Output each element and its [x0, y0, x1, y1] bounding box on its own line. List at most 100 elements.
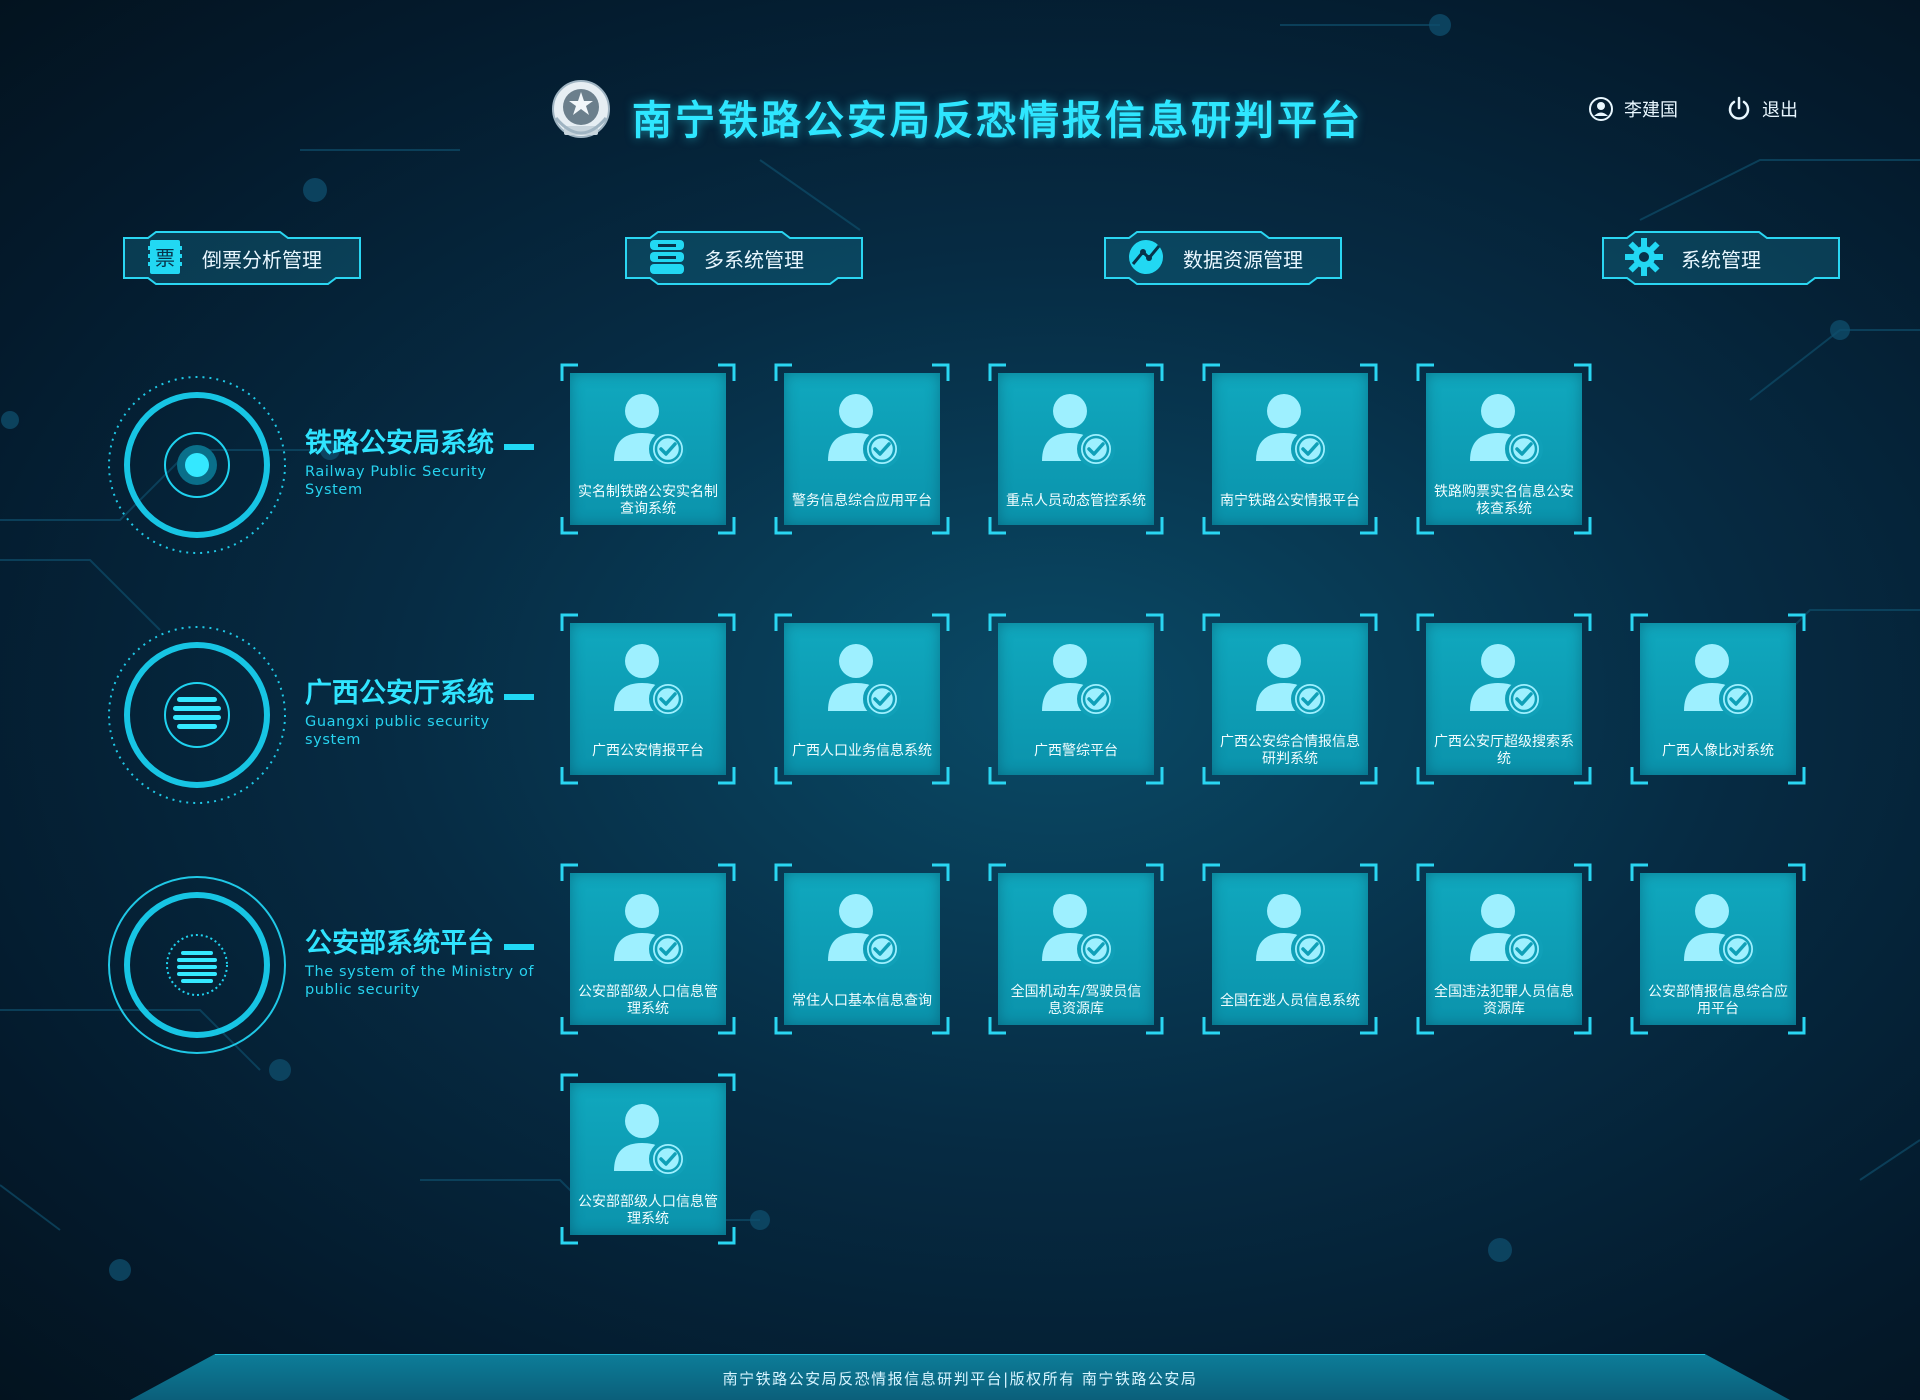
app-title: 南宁铁路公安局反恐情报信息研判平台: [632, 98, 1363, 144]
nav-label: 倒票分析管理: [202, 248, 322, 272]
nav-ticket-analysis[interactable]: 票 倒票分析管理: [122, 230, 362, 286]
user-check-icon: [1256, 394, 1329, 468]
system-tile[interactable]: 常住人口基本信息查询: [774, 863, 950, 1035]
user-area: 李建国 退出: [1588, 96, 1798, 122]
gear-icon: [1625, 238, 1663, 276]
tile-label: 常住人口基本信息查询: [792, 992, 932, 1009]
user-profile[interactable]: 李建国: [1588, 96, 1678, 122]
user-check-icon: [1042, 394, 1115, 468]
user-check-icon: [828, 394, 901, 468]
nav-data-resource[interactable]: 数据资源管理: [1103, 230, 1343, 286]
data-resource-icon: [1129, 240, 1163, 274]
tile-label: 广西公安厅超级搜索系统: [1434, 734, 1574, 767]
footer: 南宁铁路公安局反恐情报信息研判平台|版权所有 南宁铁路公安局: [0, 1354, 1920, 1400]
logout-button[interactable]: 退出: [1726, 96, 1798, 122]
group-title: 铁路公安局系统: [305, 421, 534, 460]
tile-label: 全国违法犯罪人员信息资源库: [1434, 984, 1574, 1017]
tile-face: 铁路购票实名信息公安核查系统: [1426, 373, 1582, 525]
logout-label: 退出: [1762, 100, 1798, 121]
tile-label: 全国机动车/驾驶员信息资源库: [1010, 984, 1142, 1017]
group-subtitle: Railway Public Security System: [305, 464, 487, 498]
group-title: 广西公安厅系统: [305, 671, 534, 710]
group-title: 公安部系统平台: [305, 921, 534, 960]
group-ministry: 公安部系统平台 The system of the Ministry of pu…: [105, 873, 545, 1063]
tile-label: 公安部部级人口信息管理系统: [578, 1194, 718, 1227]
tile-face: 公安部部级人口信息管理系统: [570, 873, 726, 1025]
system-tile[interactable]: 广西人口业务信息系统: [774, 613, 950, 785]
user-check-icon: [614, 894, 687, 968]
tile-label: 实名制铁路公安实名制查询系统: [578, 484, 718, 517]
tile-face: 常住人口基本信息查询: [784, 873, 940, 1025]
user-check-icon: [1684, 894, 1757, 968]
nav-multi-system[interactable]: 多系统管理: [624, 230, 864, 286]
tile-face: 广西公安情报平台: [570, 623, 726, 775]
system-tile[interactable]: 实名制铁路公安实名制查询系统: [560, 363, 736, 535]
tile-label: 公安部情报信息综合应用平台: [1648, 984, 1788, 1017]
ticket-icon: 票: [148, 240, 182, 274]
tile-face: 广西警综平台: [998, 623, 1154, 775]
tile-face: 全国违法犯罪人员信息资源库: [1426, 873, 1582, 1025]
user-check-icon: [1256, 894, 1329, 968]
user-check-icon: [1470, 894, 1543, 968]
tile-face: 公安部情报信息综合应用平台: [1640, 873, 1796, 1025]
tile-face: 重点人员动态管控系统: [998, 373, 1154, 525]
tile-face: 广西公安厅超级搜索系统: [1426, 623, 1582, 775]
system-tile[interactable]: 铁路购票实名信息公安核查系统: [1416, 363, 1592, 535]
tile-label: 铁路购票实名信息公安核查系统: [1434, 484, 1574, 517]
user-check-icon: [1470, 394, 1543, 468]
tile-label: 广西人口业务信息系统: [792, 742, 932, 759]
multi-system-icon: [650, 240, 684, 274]
system-tile[interactable]: 广西警综平台: [988, 613, 1164, 785]
system-tile[interactable]: 全国机动车/驾驶员信息资源库: [988, 863, 1164, 1035]
tile-label: 广西警综平台: [1034, 742, 1118, 759]
police-emblem-icon: [552, 80, 610, 138]
tile-label: 重点人员动态管控系统: [1006, 492, 1146, 509]
tile-face: 全国机动车/驾驶员信息资源库: [998, 873, 1154, 1025]
group-railway: 铁路公安局系统 Railway Public Security System: [105, 373, 545, 563]
footer-copyright: 南宁铁路公安局反恐情报信息研判平台|版权所有 南宁铁路公安局: [722, 1370, 1198, 1388]
tile-face: 警务信息综合应用平台: [784, 373, 940, 525]
nav-label: 系统管理: [1681, 248, 1761, 272]
group-subtitle: Guangxi public security system: [305, 714, 490, 748]
tile-face: 广西人像比对系统: [1640, 623, 1796, 775]
header-bar: 南宁铁路公安局反恐情报信息研判平台 李建国 退出: [0, 72, 1920, 152]
user-check-icon: [828, 894, 901, 968]
tile-face: 全国在逃人员信息系统: [1212, 873, 1368, 1025]
svg-text:票: 票: [155, 246, 175, 270]
tile-face: 广西公安综合情报信息研判系统: [1212, 623, 1368, 775]
system-tile[interactable]: 广西公安情报平台: [560, 613, 736, 785]
system-tile[interactable]: 公安部部级人口信息管理系统: [560, 1073, 736, 1245]
system-tile[interactable]: 警务信息综合应用平台: [774, 363, 950, 535]
group-subtitle: The system of the Ministry of public sec…: [305, 964, 535, 998]
system-tile[interactable]: 南宁铁路公安情报平台: [1202, 363, 1378, 535]
tile-label: 全国在逃人员信息系统: [1220, 992, 1360, 1009]
tile-label: 警务信息综合应用平台: [792, 492, 932, 509]
tile-label: 广西公安情报平台: [592, 742, 704, 759]
user-check-icon: [614, 644, 687, 718]
nav-label: 多系统管理: [704, 248, 804, 272]
system-tile[interactable]: 广西人像比对系统: [1630, 613, 1806, 785]
power-icon: [1728, 96, 1750, 120]
system-tile[interactable]: 广西公安综合情报信息研判系统: [1202, 613, 1378, 785]
system-tile[interactable]: 广西公安厅超级搜索系统: [1416, 613, 1592, 785]
nav-system-management[interactable]: 系统管理: [1601, 230, 1841, 286]
tile-face: 实名制铁路公安实名制查询系统: [570, 373, 726, 525]
user-check-icon: [1042, 644, 1115, 718]
tile-label: 南宁铁路公安情报平台: [1220, 492, 1360, 509]
tile-face: 南宁铁路公安情报平台: [1212, 373, 1368, 525]
system-tile[interactable]: 全国违法犯罪人员信息资源库: [1416, 863, 1592, 1035]
nav-label: 数据资源管理: [1183, 248, 1303, 272]
system-tile[interactable]: 公安部部级人口信息管理系统: [560, 863, 736, 1035]
tile-label: 广西人像比对系统: [1662, 742, 1774, 759]
tile-label: 广西公安综合情报信息研判系统: [1220, 734, 1360, 767]
striped-globe-icon: [108, 876, 286, 1054]
tile-face: 广西人口业务信息系统: [784, 623, 940, 775]
user-check-icon: [1256, 644, 1329, 718]
user-name: 李建国: [1624, 100, 1678, 121]
user-check-icon: [828, 644, 901, 718]
user-check-icon: [1684, 644, 1757, 718]
system-tile[interactable]: 重点人员动态管控系统: [988, 363, 1164, 535]
system-tile[interactable]: 公安部情报信息综合应用平台: [1630, 863, 1806, 1035]
tile-label: 公安部部级人口信息管理系统: [578, 984, 718, 1017]
system-tile[interactable]: 全国在逃人员信息系统: [1202, 863, 1378, 1035]
